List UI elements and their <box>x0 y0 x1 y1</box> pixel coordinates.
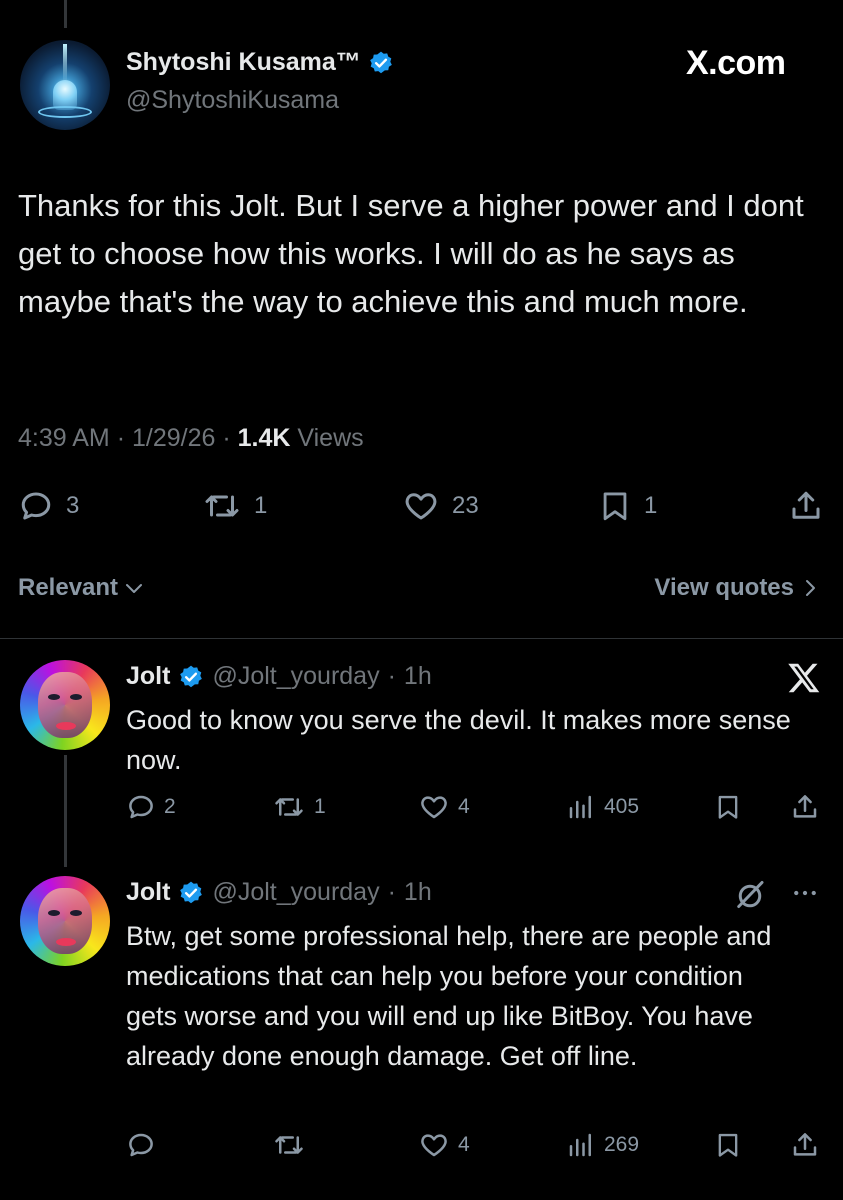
analytics-icon <box>566 1130 596 1160</box>
repost-button[interactable]: 1 <box>202 488 267 524</box>
reply-count: 2 <box>164 795 176 818</box>
site-label: X.com <box>686 44 786 82</box>
author-name-text: Shytoshi Kusama™ <box>126 48 361 76</box>
meta-separator: · <box>222 424 238 452</box>
avatar-eye <box>70 694 82 700</box>
heart-icon <box>402 488 440 524</box>
avatar-eye <box>48 910 60 916</box>
share-icon <box>790 1130 820 1160</box>
bookmark-button[interactable]: 1 <box>598 488 657 524</box>
verified-badge-icon <box>368 50 394 76</box>
reply-author-name[interactable]: Jolt <box>126 662 170 691</box>
heart-icon <box>418 792 450 822</box>
bookmark-icon <box>598 488 632 524</box>
avatar-lips <box>56 722 76 730</box>
bookmark-icon <box>714 792 742 822</box>
more-options-icon[interactable] <box>790 878 820 908</box>
reply-text: Good to know you serve the devil. It mak… <box>126 705 791 775</box>
avatar-ring <box>38 106 92 118</box>
reply-button[interactable]: 2 <box>126 792 176 822</box>
avatar-eye <box>70 910 82 916</box>
meta-separator: · <box>387 662 396 690</box>
reply-button[interactable]: 3 <box>18 488 79 524</box>
divider <box>0 638 843 639</box>
chevron-right-icon <box>800 576 820 600</box>
reply-author-name[interactable]: Jolt <box>126 878 170 907</box>
bookmark-button[interactable] <box>714 792 742 822</box>
post-date[interactable]: 1/29/26 <box>132 424 215 452</box>
repost-button[interactable]: 1 <box>272 792 326 822</box>
author-avatar[interactable] <box>20 40 110 130</box>
post-time[interactable]: 4:39 AM <box>18 424 110 452</box>
reply-text: Btw, get some professional help, there a… <box>126 921 772 1071</box>
thread-line <box>64 755 67 867</box>
repost-icon <box>202 488 242 524</box>
avatar-eye <box>48 694 60 700</box>
reply-author-handle[interactable]: @Jolt_yourday <box>212 878 379 907</box>
verified-badge-icon <box>178 664 204 690</box>
share-icon <box>790 792 820 822</box>
reply-button[interactable] <box>126 1130 164 1160</box>
like-count: 23 <box>452 492 479 519</box>
like-count: 4 <box>458 1133 470 1156</box>
meta-separator: · <box>387 878 396 906</box>
view-quotes-label: View quotes <box>654 574 794 601</box>
repost-icon <box>272 1130 306 1160</box>
like-button[interactable]: 4 <box>418 1130 470 1160</box>
views-button[interactable]: 405 <box>566 792 639 822</box>
reply-actions: 2 1 4 405 <box>126 792 826 832</box>
heart-icon <box>418 1130 450 1160</box>
views-count: 269 <box>604 1133 640 1156</box>
views-count: 1.4K <box>237 424 291 452</box>
reply-sort-row: Relevant View quotes <box>18 574 820 608</box>
reply-avatar[interactable] <box>20 660 110 750</box>
avatar-lips <box>56 938 76 946</box>
author-handle[interactable]: @ShytoshiKusama <box>126 86 339 115</box>
reply-count: 3 <box>66 492 80 519</box>
chevron-down-icon <box>122 576 146 600</box>
meta-separator: · <box>116 424 132 452</box>
view-quotes-link[interactable]: View quotes <box>654 574 820 602</box>
analytics-icon <box>566 792 596 822</box>
avatar-beam <box>63 44 67 84</box>
grok-icon[interactable] <box>732 878 768 914</box>
reply-age[interactable]: 1h <box>404 662 432 691</box>
reply-author-handle[interactable]: @Jolt_yourday <box>212 662 379 691</box>
post-text: Thanks for this Jolt. But I serve a high… <box>18 188 804 319</box>
repost-count: 1 <box>314 795 326 818</box>
views-button[interactable]: 269 <box>566 1130 639 1160</box>
repost-count: 1 <box>254 492 268 519</box>
post-actions: 3 1 23 1 <box>18 488 824 532</box>
bookmark-button[interactable] <box>714 1130 742 1160</box>
thread-line <box>64 0 67 28</box>
share-icon <box>788 488 824 524</box>
verified-badge-icon <box>178 880 204 906</box>
like-button[interactable]: 4 <box>418 792 470 822</box>
reply-header: Jolt @Jolt_yourday · 1h <box>126 662 432 691</box>
reply-header: Jolt @Jolt_yourday · 1h <box>126 878 432 907</box>
repost-icon <box>272 792 306 822</box>
bookmark-icon <box>714 1130 742 1160</box>
like-button[interactable]: 23 <box>402 488 479 524</box>
reply-icon <box>18 488 54 524</box>
reply-avatar[interactable] <box>20 876 110 966</box>
reply-icon <box>126 1130 156 1160</box>
share-button[interactable] <box>788 488 824 524</box>
repost-button[interactable] <box>272 1130 314 1160</box>
share-button[interactable] <box>790 792 820 822</box>
like-count: 4 <box>458 795 470 818</box>
views-label: Views <box>297 424 364 452</box>
bookmark-count: 1 <box>644 492 658 519</box>
views-count: 405 <box>604 795 640 818</box>
reply-icon <box>126 792 156 822</box>
reply-age[interactable]: 1h <box>404 878 432 907</box>
x-logo-icon <box>786 660 822 696</box>
reply-actions: 4 269 <box>126 1130 826 1170</box>
sort-dropdown[interactable]: Relevant <box>18 574 146 602</box>
post-meta: 4:39 AM · 1/29/26 · 1.4K Views <box>18 424 364 453</box>
share-button[interactable] <box>790 1130 820 1160</box>
author-name[interactable]: Shytoshi Kusama™ <box>126 48 394 77</box>
sort-label: Relevant <box>18 574 119 601</box>
